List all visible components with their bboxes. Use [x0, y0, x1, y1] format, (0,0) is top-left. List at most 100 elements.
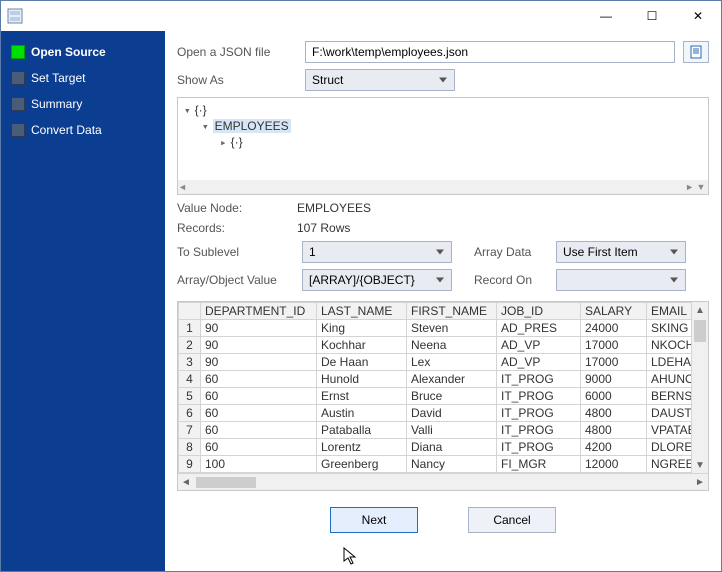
table-cell[interactable]: IT_PROG	[497, 388, 581, 405]
table-cell[interactable]: DLORENT	[647, 439, 692, 456]
table-cell[interactable]: 60	[201, 439, 317, 456]
maximize-button[interactable]: ☐	[629, 1, 675, 31]
table-row[interactable]: 460HunoldAlexanderIT_PROG9000AHUNOLI	[179, 371, 692, 388]
col-header[interactable]: DEPARTMENT_ID	[201, 303, 317, 320]
table-cell[interactable]: 100	[201, 456, 317, 473]
browse-file-button[interactable]	[683, 41, 709, 63]
table-cell[interactable]: AD_VP	[497, 354, 581, 371]
table-cell[interactable]: 90	[201, 320, 317, 337]
table-cell[interactable]: De Haan	[317, 354, 407, 371]
table-cell[interactable]: 90	[201, 337, 317, 354]
table-cell[interactable]: NGREENE	[647, 456, 692, 473]
tree-horizontal-scrollbar[interactable]: ◄►	[178, 180, 694, 194]
table-cell[interactable]: Bruce	[407, 388, 497, 405]
table-cell[interactable]: 60	[201, 388, 317, 405]
json-tree-view[interactable]: ▾ {·} ▾ EMPLOYEES ▸ {·} ◄► ▼	[177, 97, 709, 195]
table-cell[interactable]: 24000	[581, 320, 647, 337]
scrollbar-thumb[interactable]	[196, 477, 256, 488]
table-cell[interactable]: 4800	[581, 422, 647, 439]
table-cell[interactable]: Neena	[407, 337, 497, 354]
table-cell[interactable]: Greenberg	[317, 456, 407, 473]
tree-node[interactable]: {·}	[231, 135, 243, 149]
col-header[interactable]: SALARY	[581, 303, 647, 320]
table-cell[interactable]: 4800	[581, 405, 647, 422]
table-row[interactable]: 760PataballaValliIT_PROG4800VPATABAL	[179, 422, 692, 439]
table-cell[interactable]: 60	[201, 371, 317, 388]
table-cell[interactable]: Lorentz	[317, 439, 407, 456]
table-cell[interactable]: 12000	[581, 456, 647, 473]
table-row[interactable]: 9100GreenbergNancyFI_MGR12000NGREENE	[179, 456, 692, 473]
table-cell[interactable]: Kochhar	[317, 337, 407, 354]
tree-scroll-down[interactable]: ▼	[694, 180, 708, 194]
tree-collapse-icon[interactable]: ▾	[202, 120, 209, 133]
tree-expand-icon[interactable]: ▸	[220, 136, 227, 149]
table-cell[interactable]: LDEHAAN	[647, 354, 692, 371]
table-cell[interactable]: 9000	[581, 371, 647, 388]
table-vertical-scrollbar[interactable]: ▲ ▼	[691, 302, 708, 473]
show-as-select[interactable]: Struct	[305, 69, 455, 91]
cancel-button[interactable]: Cancel	[468, 507, 556, 533]
table-cell[interactable]: FI_MGR	[497, 456, 581, 473]
table-cell[interactable]: Alexander	[407, 371, 497, 388]
preview-table[interactable]: DEPARTMENT_ID LAST_NAME FIRST_NAME JOB_I…	[178, 302, 691, 473]
table-row[interactable]: 660AustinDavidIT_PROG4800DAUSTIN	[179, 405, 692, 422]
table-cell[interactable]: 90	[201, 354, 317, 371]
minimize-button[interactable]: —	[583, 1, 629, 31]
col-header[interactable]: JOB_ID	[497, 303, 581, 320]
table-cell[interactable]: Valli	[407, 422, 497, 439]
table-cell[interactable]: NKOCHHA	[647, 337, 692, 354]
table-cell[interactable]: AD_PRES	[497, 320, 581, 337]
table-cell[interactable]: IT_PROG	[497, 439, 581, 456]
record-on-select[interactable]	[556, 269, 686, 291]
sublevel-select[interactable]: 1	[302, 241, 452, 263]
table-cell[interactable]: 17000	[581, 354, 647, 371]
array-data-select[interactable]: Use First Item	[556, 241, 686, 263]
table-cell[interactable]: 17000	[581, 337, 647, 354]
table-row[interactable]: 190KingStevenAD_PRES24000SKING	[179, 320, 692, 337]
col-header[interactable]: EMAIL	[647, 303, 692, 320]
col-header[interactable]: LAST_NAME	[317, 303, 407, 320]
table-cell[interactable]: 60	[201, 405, 317, 422]
sidebar-item-summary[interactable]: Summary	[7, 91, 159, 117]
table-cell[interactable]: Nancy	[407, 456, 497, 473]
table-cell[interactable]: DAUSTIN	[647, 405, 692, 422]
table-row[interactable]: 860LorentzDianaIT_PROG4200DLORENT	[179, 439, 692, 456]
close-button[interactable]: ✕	[675, 1, 721, 31]
table-cell[interactable]: 4200	[581, 439, 647, 456]
table-cell[interactable]: AHUNOLI	[647, 371, 692, 388]
scroll-left-icon: ◄	[178, 182, 187, 192]
table-row[interactable]: 290KochharNeenaAD_VP17000NKOCHHA	[179, 337, 692, 354]
sidebar-item-convert-data[interactable]: Convert Data	[7, 117, 159, 143]
table-cell[interactable]: 60	[201, 422, 317, 439]
sidebar-item-open-source[interactable]: Open Source	[7, 39, 159, 65]
table-cell[interactable]: Hunold	[317, 371, 407, 388]
table-cell[interactable]: SKING	[647, 320, 692, 337]
col-header[interactable]: FIRST_NAME	[407, 303, 497, 320]
scrollbar-thumb[interactable]	[694, 320, 706, 342]
array-object-select[interactable]: [ARRAY]/{OBJECT}	[302, 269, 452, 291]
table-cell[interactable]: David	[407, 405, 497, 422]
sidebar-item-set-target[interactable]: Set Target	[7, 65, 159, 91]
table-cell[interactable]: IT_PROG	[497, 371, 581, 388]
table-cell[interactable]: IT_PROG	[497, 405, 581, 422]
table-cell[interactable]: Diana	[407, 439, 497, 456]
table-row[interactable]: 390De HaanLexAD_VP17000LDEHAAN	[179, 354, 692, 371]
table-cell[interactable]: 6000	[581, 388, 647, 405]
table-cell[interactable]: Pataballa	[317, 422, 407, 439]
table-row[interactable]: 560ErnstBruceIT_PROG6000BERNST	[179, 388, 692, 405]
table-horizontal-scrollbar[interactable]: ◄ ►	[178, 473, 708, 490]
next-button[interactable]: Next	[330, 507, 418, 533]
tree-collapse-icon[interactable]: ▾	[184, 104, 191, 117]
table-cell[interactable]: King	[317, 320, 407, 337]
json-path-input[interactable]	[305, 41, 675, 63]
table-cell[interactable]: AD_VP	[497, 337, 581, 354]
table-cell[interactable]: Ernst	[317, 388, 407, 405]
table-cell[interactable]: Austin	[317, 405, 407, 422]
tree-node[interactable]: {·}	[195, 103, 207, 117]
table-cell[interactable]: Steven	[407, 320, 497, 337]
table-cell[interactable]: VPATABAL	[647, 422, 692, 439]
table-cell[interactable]: Lex	[407, 354, 497, 371]
table-cell[interactable]: IT_PROG	[497, 422, 581, 439]
table-cell[interactable]: BERNST	[647, 388, 692, 405]
tree-node-employees[interactable]: EMPLOYEES	[213, 119, 291, 133]
